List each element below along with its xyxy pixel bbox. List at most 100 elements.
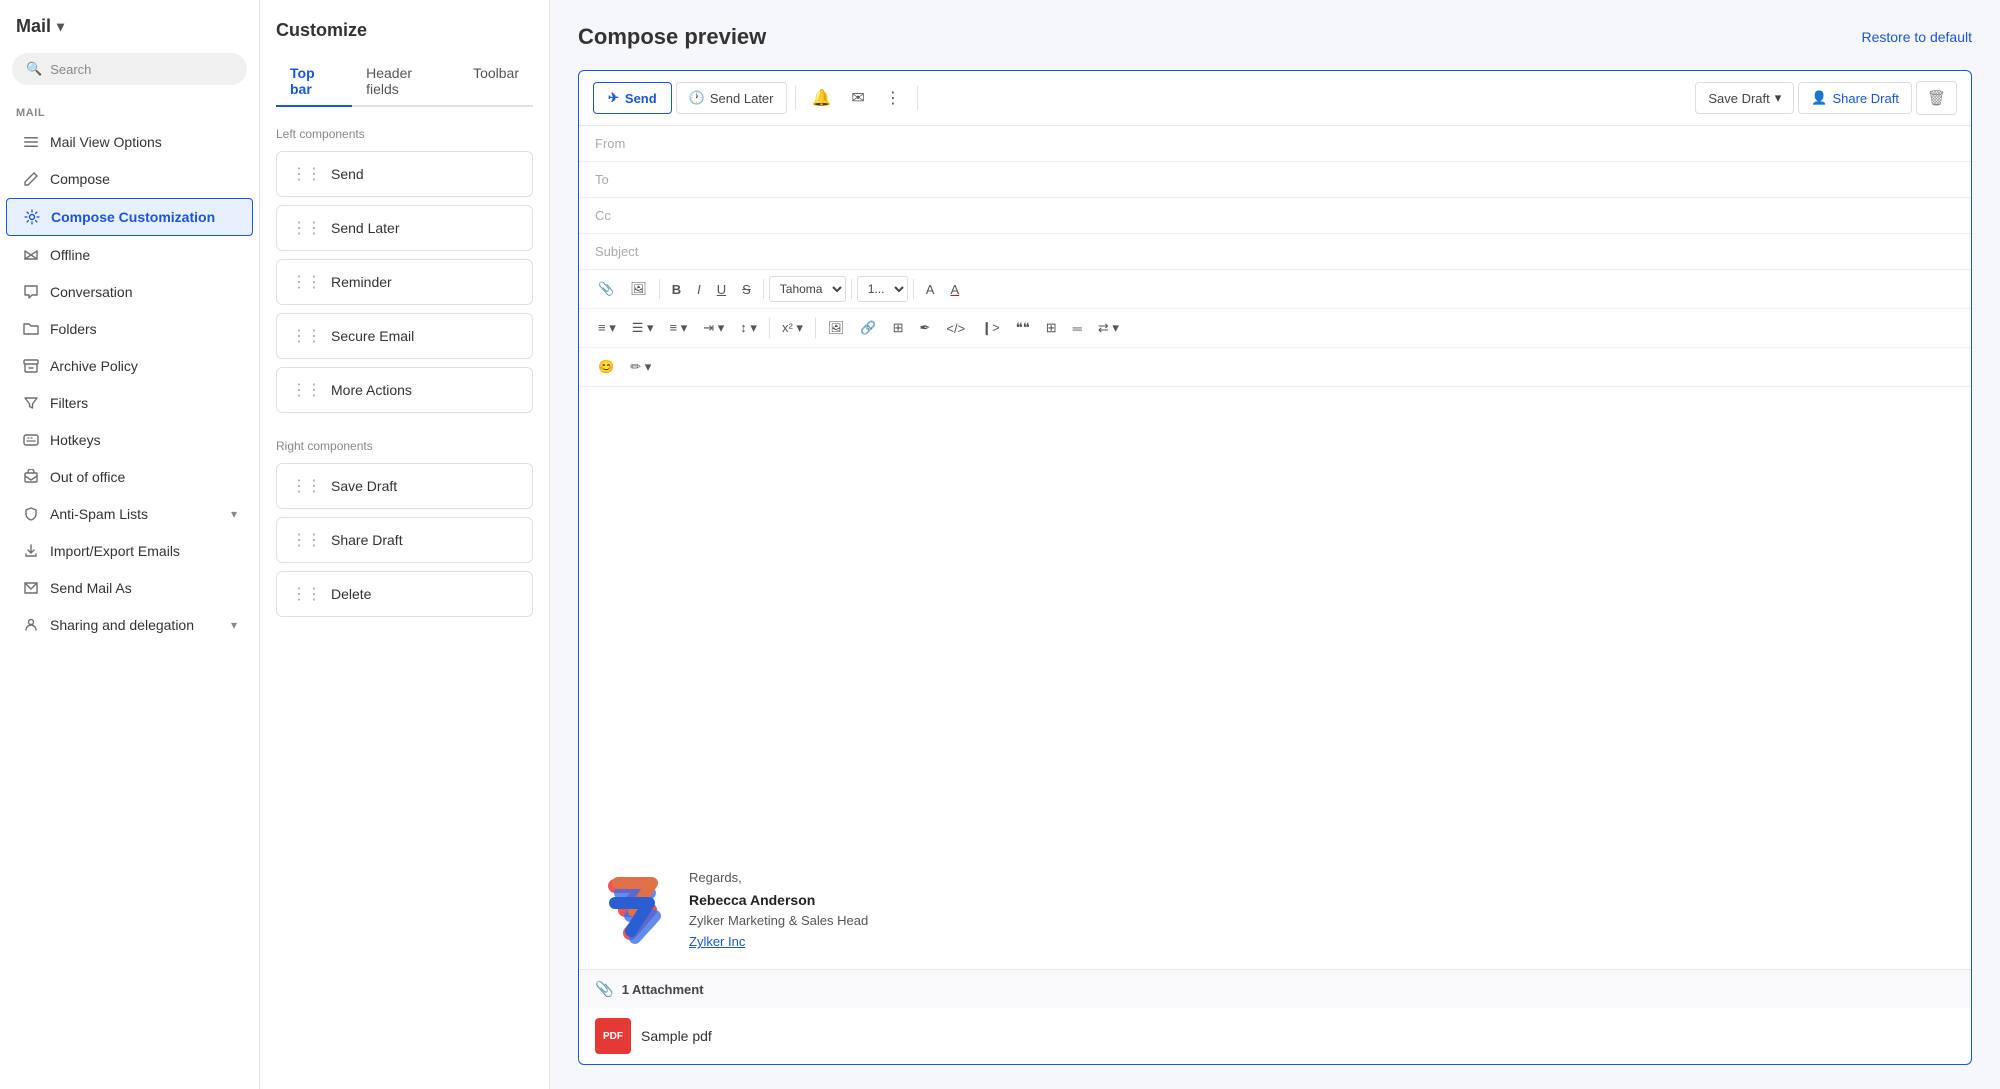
- block-quote-source[interactable]: ❙>: [974, 315, 1006, 341]
- sig-company-link[interactable]: Zylker Inc: [689, 934, 745, 949]
- format-bar-row1: 📎 🖼 B I U S Tahoma 1... A A: [579, 270, 1971, 309]
- sample-pdf-name: Sample pdf: [641, 1028, 712, 1044]
- blockquote-btn[interactable]: ❝❝: [1009, 315, 1037, 341]
- insert-link-btn[interactable]: 🔗: [853, 315, 883, 341]
- rtl-btn[interactable]: ⇄ ▾: [1091, 315, 1126, 341]
- to-field[interactable]: To: [579, 162, 1971, 198]
- cc-field[interactable]: Cc: [579, 198, 1971, 234]
- search-icon: 🔍: [26, 61, 42, 77]
- sidebar-item-sharing-delegation[interactable]: Sharing and delegation ▾: [6, 607, 253, 643]
- sidebar-item-icon-compose: [22, 170, 40, 188]
- compose-body[interactable]: [579, 387, 1971, 852]
- sidebar-item-label-archive-policy: Archive Policy: [50, 358, 138, 374]
- send-button[interactable]: ✈ Send: [593, 82, 672, 114]
- underline-btn[interactable]: U: [710, 277, 733, 302]
- drag-handle-right-delete: ⋮⋮: [291, 584, 321, 604]
- sig-regards: Regards,: [689, 868, 868, 889]
- sidebar-item-icon-send-mail-as: [22, 579, 40, 597]
- delete-button[interactable]: 🗑: [1916, 81, 1957, 115]
- sidebar-item-compose[interactable]: Compose: [6, 161, 253, 197]
- sidebar-item-anti-spam[interactable]: Anti-Spam Lists ▾: [6, 496, 253, 532]
- left-drag-item-secure-email[interactable]: ⋮⋮ Secure Email: [276, 313, 533, 359]
- highlight-btn[interactable]: A: [943, 277, 966, 302]
- sidebar-item-send-mail-as[interactable]: Send Mail As: [6, 570, 253, 606]
- right-item-label-save-draft: Save Draft: [331, 478, 397, 494]
- left-drag-item-send[interactable]: ⋮⋮ Send: [276, 151, 533, 197]
- sidebar-item-icon-conversation: [22, 283, 40, 301]
- indent-btn[interactable]: ⇥ ▾: [696, 315, 731, 341]
- left-drag-item-more-actions[interactable]: ⋮⋮ More Actions: [276, 367, 533, 413]
- share-draft-icon: 👤: [1811, 90, 1827, 106]
- font-family-select[interactable]: Tahoma: [769, 276, 846, 302]
- more-format-btn[interactable]: ✏ ▾: [623, 354, 658, 380]
- image-btn[interactable]: 🖼: [623, 276, 654, 302]
- attachment-btn[interactable]: 📎: [591, 276, 621, 302]
- send-label: Send: [625, 91, 657, 106]
- left-drag-item-send-later[interactable]: ⋮⋮ Send Later: [276, 205, 533, 251]
- sidebar-item-label-sharing-delegation: Sharing and delegation: [50, 617, 194, 633]
- strikethrough-btn[interactable]: S: [735, 277, 758, 302]
- font-color-btn[interactable]: A: [919, 277, 942, 302]
- restore-to-default-link[interactable]: Restore to default: [1861, 29, 1972, 45]
- sidebar-item-icon-anti-spam: [22, 505, 40, 523]
- sidebar-item-filters[interactable]: Filters: [6, 385, 253, 421]
- sidebar-item-archive-policy[interactable]: Archive Policy: [6, 348, 253, 384]
- tab-top-bar[interactable]: Top bar: [276, 57, 352, 107]
- grid-btn[interactable]: ⊞: [1039, 315, 1064, 341]
- table-btn[interactable]: ⊞: [886, 315, 911, 341]
- italic-btn[interactable]: I: [690, 277, 708, 302]
- tabs-bar: Top bar Header fields Toolbar: [276, 57, 533, 107]
- sidebar-item-out-of-office[interactable]: Out of office: [6, 459, 253, 495]
- save-draft-button[interactable]: Save Draft ▾: [1695, 82, 1794, 114]
- source-btn[interactable]: </>: [939, 316, 972, 341]
- subject-field[interactable]: Subject: [579, 234, 1971, 270]
- sidebar-item-icon-archive-policy: [22, 357, 40, 375]
- share-draft-button[interactable]: 👤 Share Draft: [1798, 82, 1912, 114]
- send-later-button[interactable]: 🕐 Send Later: [676, 82, 787, 114]
- sample-attachment[interactable]: PDF Sample pdf: [579, 1008, 1971, 1064]
- preview-panel: Compose preview Restore to default ✈ Sen…: [550, 0, 2000, 1089]
- right-item-label-share-draft: Share Draft: [331, 532, 403, 548]
- ordered-list-btn[interactable]: ≡ ▾: [663, 315, 695, 341]
- right-drag-item-save-draft[interactable]: ⋮⋮ Save Draft: [276, 463, 533, 509]
- sidebar-item-mail-view-options[interactable]: Mail View Options: [6, 124, 253, 160]
- fmt-sep-3: [851, 279, 852, 299]
- align-btn[interactable]: ≡ ▾: [591, 315, 623, 341]
- sidebar-item-folders[interactable]: Folders: [6, 311, 253, 347]
- tab-toolbar[interactable]: Toolbar: [459, 57, 533, 107]
- format-bar-row2: ≡ ▾ ☰ ▾ ≡ ▾ ⇥ ▾ ↕ ▾ x² ▾ 🖼 🔗 ⊞ ✒ </> ❙> …: [579, 309, 1971, 348]
- app-title-header[interactable]: Mail ▾: [0, 0, 259, 45]
- drag-handle-send-later: ⋮⋮: [291, 218, 321, 238]
- superscript-btn[interactable]: x² ▾: [775, 315, 810, 341]
- sidebar-item-label-filters: Filters: [50, 395, 88, 411]
- preview-title: Compose preview: [578, 24, 766, 50]
- font-size-select[interactable]: 1...: [857, 276, 908, 302]
- signature-btn[interactable]: ✒: [913, 315, 938, 341]
- sidebar-item-icon-out-of-office: [22, 468, 40, 486]
- right-drag-item-share-draft[interactable]: ⋮⋮ Share Draft: [276, 517, 533, 563]
- tab-header-fields[interactable]: Header fields: [352, 57, 459, 107]
- line-spacing-btn[interactable]: ↕ ▾: [733, 315, 764, 341]
- drag-handle-send: ⋮⋮: [291, 164, 321, 184]
- main-content: Customize Top bar Header fields Toolbar …: [260, 0, 2000, 1089]
- secure-email-icon-btn[interactable]: ✉: [843, 82, 872, 114]
- emoji-btn[interactable]: 😊: [591, 354, 621, 380]
- sidebar-item-import-export[interactable]: Import/Export Emails: [6, 533, 253, 569]
- left-drag-item-reminder[interactable]: ⋮⋮ Reminder: [276, 259, 533, 305]
- toolbar-separator-1: [795, 86, 796, 110]
- search-box[interactable]: 🔍 Search: [12, 53, 247, 85]
- sidebar-item-offline[interactable]: Offline: [6, 237, 253, 273]
- left-item-label-reminder: Reminder: [331, 274, 392, 290]
- bold-btn[interactable]: B: [665, 277, 688, 302]
- reminder-icon-btn[interactable]: 🔔: [804, 82, 840, 114]
- more-actions-btn[interactable]: ⋮: [877, 82, 909, 114]
- insert-image-btn[interactable]: 🖼: [821, 315, 852, 341]
- chevron-icon-anti-spam: ▾: [231, 507, 237, 521]
- right-drag-item-delete[interactable]: ⋮⋮ Delete: [276, 571, 533, 617]
- horizontal-rule-btn[interactable]: ═: [1066, 316, 1089, 341]
- list-btn[interactable]: ☰ ▾: [625, 315, 661, 341]
- from-field[interactable]: From: [579, 126, 1971, 162]
- sidebar-item-conversation[interactable]: Conversation: [6, 274, 253, 310]
- sidebar-item-compose-customization[interactable]: Compose Customization: [6, 198, 253, 236]
- sidebar-item-hotkeys[interactable]: Hotkeys: [6, 422, 253, 458]
